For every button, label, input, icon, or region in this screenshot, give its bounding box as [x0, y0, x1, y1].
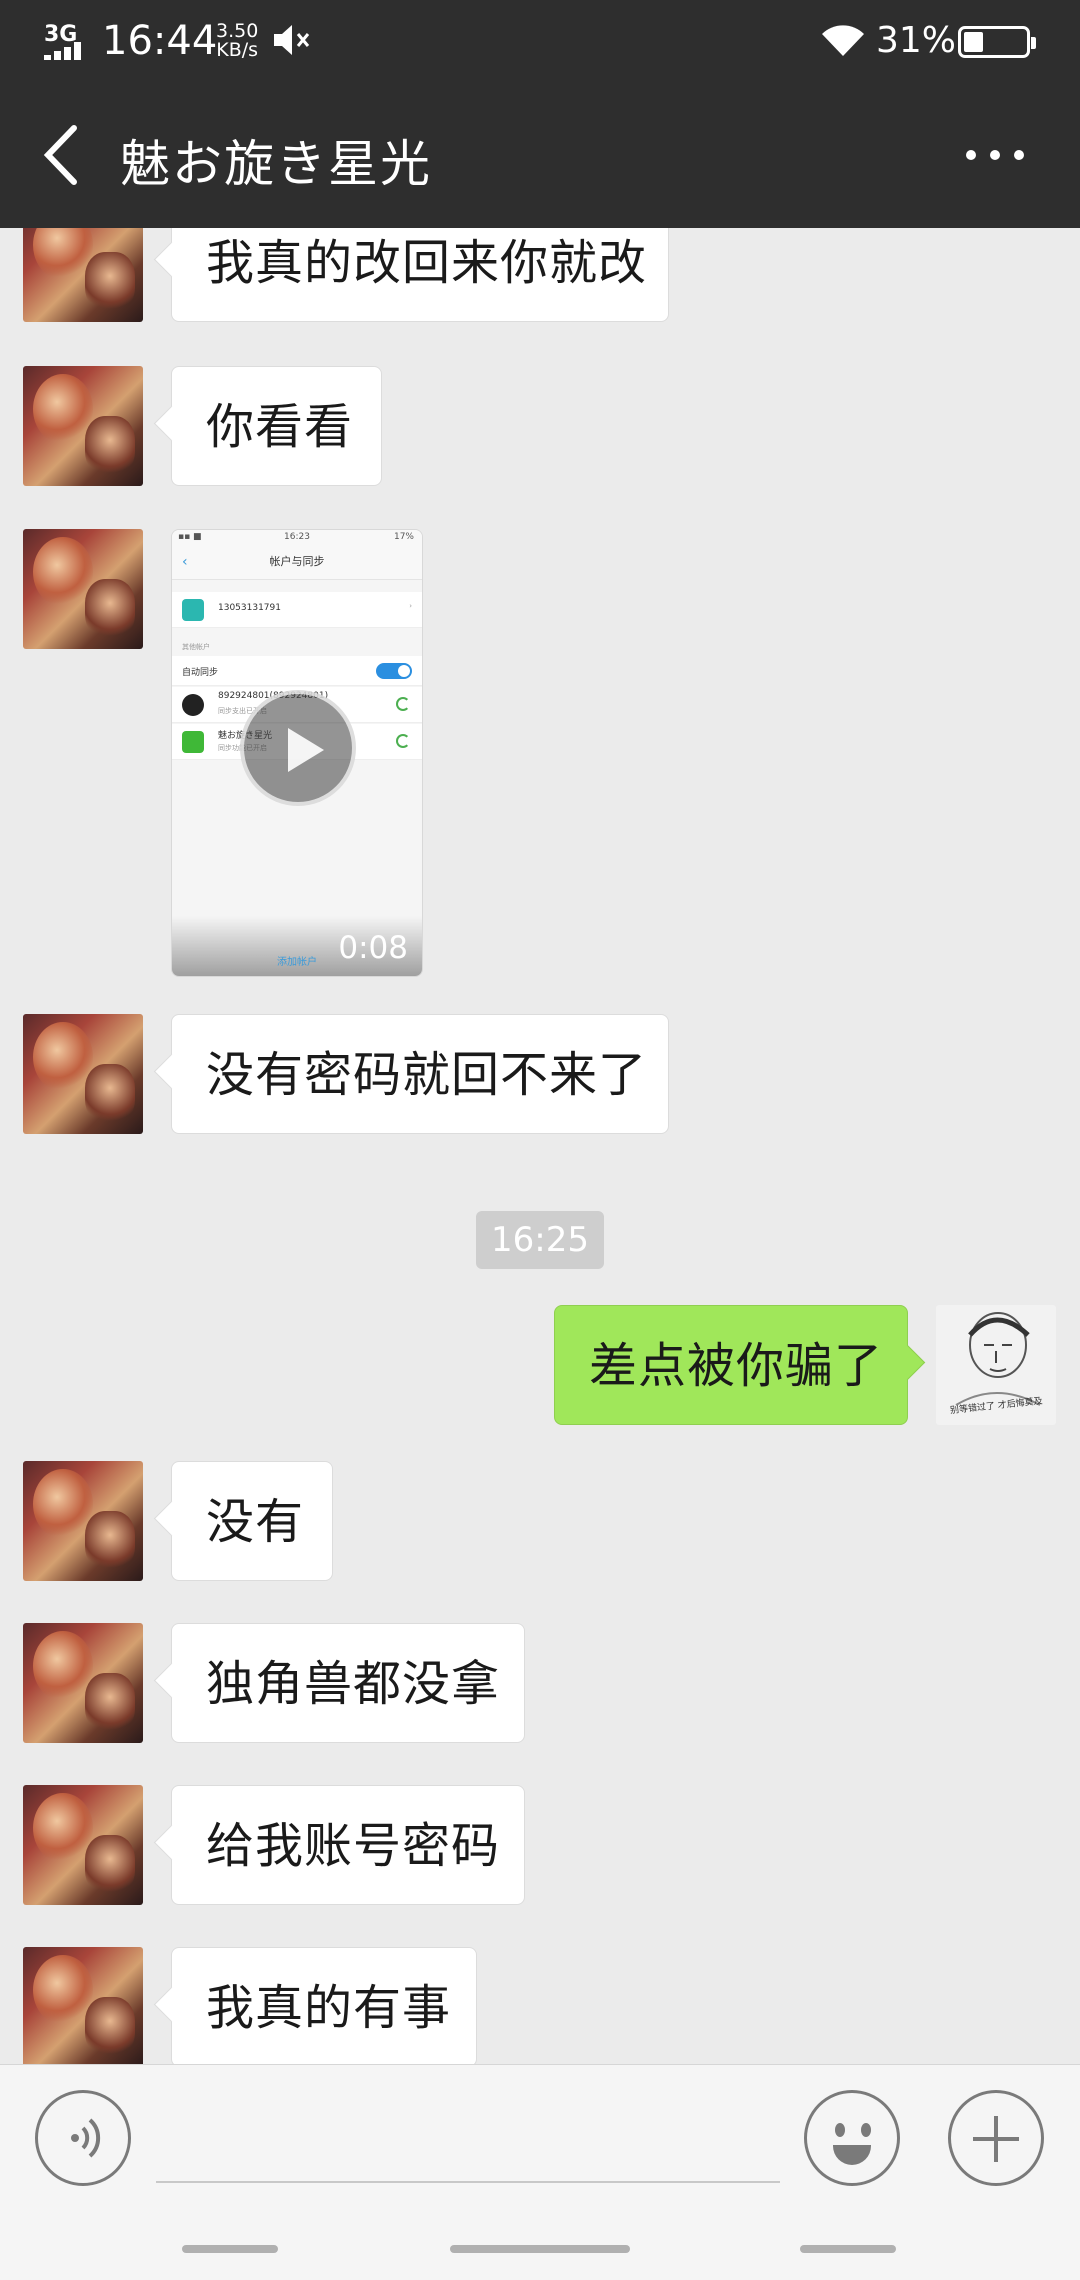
play-icon[interactable] [240, 690, 356, 806]
nav-home-button[interactable] [450, 2245, 630, 2253]
nav-menu-button[interactable] [182, 2245, 278, 2253]
clock: 16:44 [102, 18, 218, 64]
battery-percent: 31% [876, 20, 957, 61]
video-thumb-statusbar: ▪▪ ■ 16:23 17% [172, 530, 422, 544]
video-duration: 0:08 [338, 930, 408, 966]
contact-avatar[interactable] [23, 366, 143, 486]
network-speed: 3.50 KB/s [216, 22, 258, 60]
contact-avatar[interactable] [23, 1947, 143, 2064]
voice-input-button[interactable] [35, 2090, 131, 2186]
back-icon[interactable] [32, 120, 92, 190]
more-options-icon[interactable] [960, 130, 1030, 180]
wifi-icon [822, 25, 864, 56]
message-input[interactable] [156, 2093, 780, 2183]
contact-avatar[interactable] [23, 228, 143, 322]
message-timestamp: 16:25 [476, 1211, 604, 1269]
message-bubble[interactable]: 我真的有事 [171, 1947, 477, 2064]
contact-avatar[interactable] [23, 1623, 143, 1743]
battery-level [964, 32, 983, 52]
status-bar: 3G 16:44 3.50 KB/s 31% [0, 0, 1080, 80]
voice-icon [71, 2118, 101, 2158]
message-bubble[interactable]: 独角兽都没拿 [171, 1623, 525, 1743]
video-thumb-header: ‹ 帐户与同步 [172, 544, 422, 580]
mute-icon [274, 25, 310, 55]
video-thumb-phone-row: 13053131791 › [172, 592, 422, 628]
message-bubble[interactable]: 你看看 [171, 366, 382, 486]
message-list[interactable]: 我真的改回来你就改 你看看 ▪▪ ■ 16:23 17% ‹ 帐户与同步 130… [0, 228, 1080, 2064]
chat-title: 魅お旋き星光 [120, 135, 432, 193]
signal-icon [44, 42, 90, 60]
speed-unit: KB/s [216, 39, 259, 61]
emoji-button[interactable] [804, 2090, 900, 2186]
message-bubble[interactable]: 给我账号密码 [171, 1785, 525, 1905]
contact-avatar[interactable] [23, 1461, 143, 1581]
input-bar [0, 2064, 1080, 2280]
contact-avatar[interactable] [23, 1014, 143, 1134]
battery-icon [958, 26, 1036, 58]
message-bubble[interactable]: 我真的改回来你就改 [171, 228, 669, 322]
message-bubble[interactable]: 差点被你骗了 [554, 1305, 908, 1425]
my-avatar[interactable]: 别等错过了 才后悔莫及 [936, 1305, 1056, 1425]
video-thumb-autosync-row: 自动同步 [172, 656, 422, 686]
message-bubble[interactable]: 没有 [171, 1461, 333, 1581]
contact-avatar[interactable] [23, 1785, 143, 1905]
chat-header: 魅お旋き星光 [0, 80, 1080, 228]
message-bubble[interactable]: 没有密码就回不来了 [171, 1014, 669, 1134]
contact-avatar[interactable] [23, 529, 143, 649]
nav-back-button[interactable] [800, 2245, 896, 2253]
more-actions-button[interactable] [948, 2090, 1044, 2186]
video-message[interactable]: ▪▪ ■ 16:23 17% ‹ 帐户与同步 13053131791 › 其他帐… [171, 529, 423, 977]
